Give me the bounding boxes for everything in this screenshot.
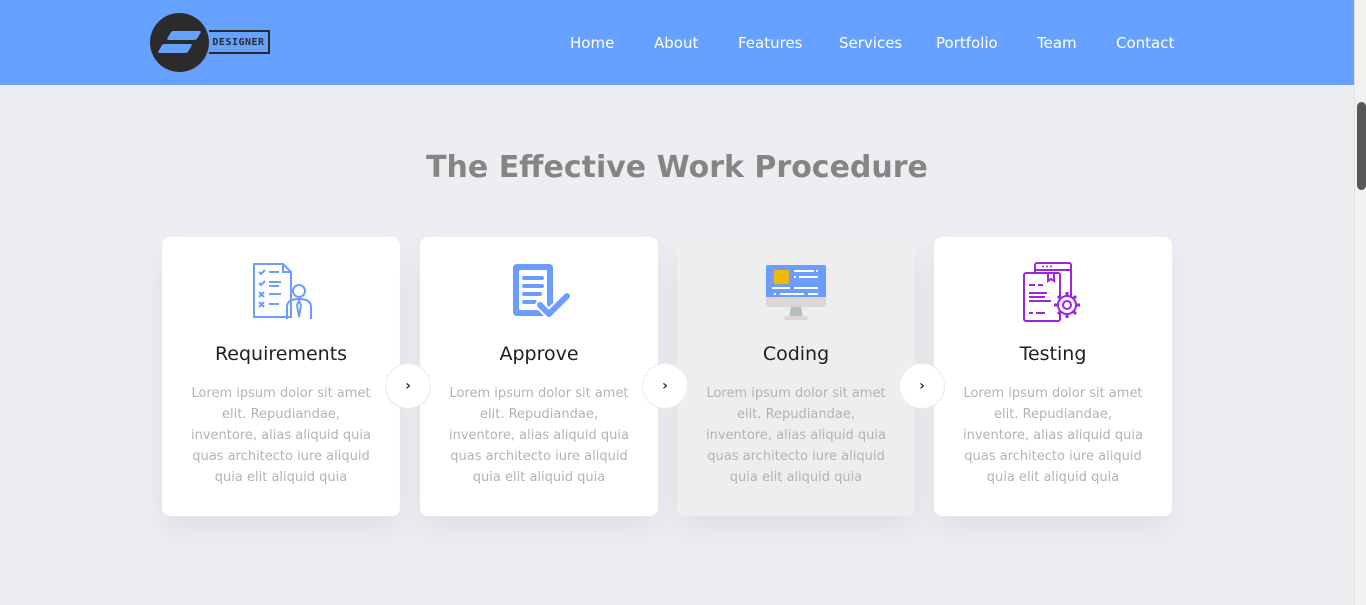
scrollbar-thumb[interactable]: [1357, 102, 1366, 190]
nav-services[interactable]: Services: [839, 33, 902, 53]
next-arrow-button[interactable]: ›: [899, 363, 945, 409]
page: DESIGNER Home About Features Services Po…: [0, 0, 1354, 605]
requirements-checklist-icon: [253, 263, 312, 319]
navbar: DESIGNER Home About Features Services Po…: [0, 0, 1354, 85]
card-title: Coding: [762, 343, 830, 365]
card-title: Approve: [499, 343, 579, 365]
approve-document-check-icon: [513, 264, 571, 319]
main-nav: Home About Features Services Portfolio T…: [0, 33, 1354, 55]
chevron-right-icon: ›: [662, 378, 668, 394]
procedure-card-testing[interactable]: Testing Lorem ipsum dolor sit amet elit.…: [934, 237, 1172, 516]
next-arrow-button[interactable]: ›: [385, 363, 431, 409]
nav-home[interactable]: Home: [570, 33, 614, 53]
testing-gear-document-icon: [1023, 262, 1080, 322]
section-title: The Effective Work Procedure: [426, 150, 928, 185]
card-text: Lorem ipsum dolor sit amet elit. Repudia…: [191, 386, 371, 485]
procedure-card-approve[interactable]: Approve Lorem ipsum dolor sit amet elit.…: [420, 237, 658, 516]
card-text: Lorem ipsum dolor sit amet elit. Repudia…: [706, 386, 886, 485]
card-text: Lorem ipsum dolor sit amet elit. Repudia…: [963, 386, 1143, 485]
nav-portfolio[interactable]: Portfolio: [936, 33, 998, 53]
nav-contact[interactable]: Contact: [1116, 33, 1174, 53]
nav-features[interactable]: Features: [738, 33, 803, 53]
card-text: Lorem ipsum dolor sit amet elit. Repudia…: [449, 386, 629, 485]
card-title: Requirements: [214, 343, 348, 365]
coding-monitor-icon: [766, 265, 826, 320]
procedure-card-coding[interactable]: Coding Lorem ipsum dolor sit amet elit. …: [677, 237, 915, 516]
nav-team[interactable]: Team: [1037, 33, 1077, 53]
nav-about[interactable]: About: [654, 33, 698, 53]
procedure-card-requirements[interactable]: Requirements Lorem ipsum dolor sit amet …: [162, 237, 400, 516]
next-arrow-button[interactable]: ›: [642, 363, 688, 409]
vertical-scrollbar[interactable]: [1354, 0, 1366, 605]
card-title: Testing: [1019, 343, 1087, 365]
chevron-right-icon: ›: [405, 378, 411, 394]
chevron-right-icon: ›: [919, 378, 925, 394]
